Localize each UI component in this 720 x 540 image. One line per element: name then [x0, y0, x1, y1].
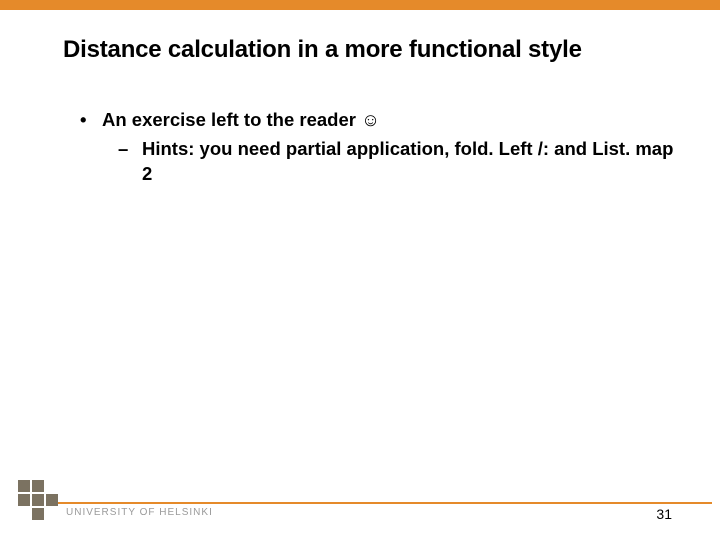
bullet-item: • An exercise left to the reader ☺: [80, 108, 680, 133]
slide-body: • An exercise left to the reader ☺ – Hin…: [80, 108, 680, 187]
bullet-marker: •: [80, 108, 102, 133]
bullet-text: An exercise left to the reader ☺: [102, 108, 680, 133]
footer-institution: UNIVERSITY OF HELSINKI: [66, 507, 213, 518]
slide: Distance calculation in a more functiona…: [0, 0, 720, 540]
accent-bar: [0, 0, 720, 10]
page-number: 31: [656, 506, 672, 522]
sub-bullet-item: – Hints: you need partial application, f…: [118, 137, 680, 187]
sub-bullet-marker: –: [118, 137, 142, 187]
university-logo-icon: [12, 474, 64, 526]
slide-title: Distance calculation in a more functiona…: [63, 36, 683, 64]
sub-bullet-text: Hints: you need partial application, fol…: [142, 137, 680, 187]
footer-divider: [58, 502, 712, 504]
